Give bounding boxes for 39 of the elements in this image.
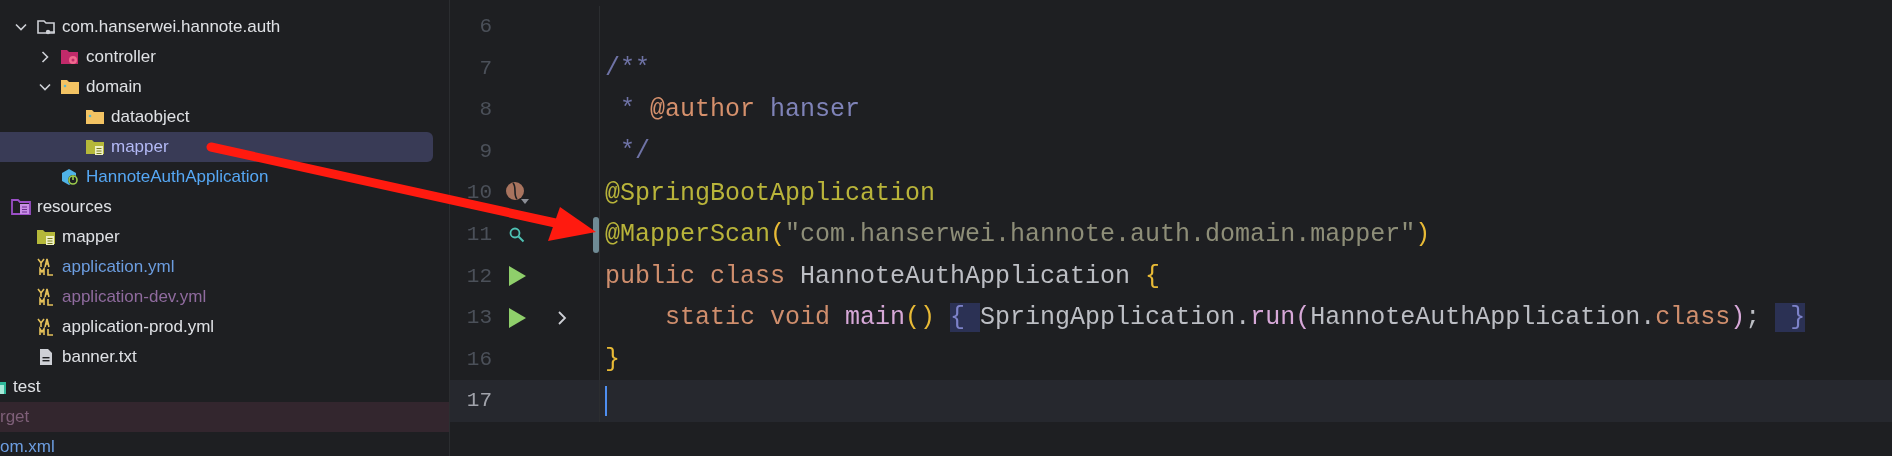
- line-number: 17: [465, 388, 492, 415]
- folder-icon: [60, 78, 80, 96]
- yaml-file-icon: [36, 288, 56, 306]
- text-cursor: [605, 386, 607, 417]
- resources-folder-icon: [11, 198, 31, 216]
- code-line: @SpringBootApplication: [605, 180, 936, 206]
- tree-item[interactable]: banner.txt: [0, 342, 449, 372]
- run-icon[interactable]: [507, 306, 527, 329]
- code-line: }: [605, 347, 620, 373]
- chevron-right-icon[interactable]: [555, 309, 569, 326]
- run-icon[interactable]: [507, 265, 527, 288]
- folder-list-icon: [36, 228, 56, 246]
- package-folder-icon: [36, 18, 56, 36]
- tree-item[interactable]: om.xml: [0, 432, 449, 456]
- tree-item[interactable]: application-prod.yml: [0, 312, 449, 342]
- folder-list-icon: [85, 138, 105, 156]
- code-line: /**: [605, 55, 650, 81]
- tree-item[interactable]: com.hanserwei.hannote.auth: [0, 12, 449, 42]
- tree-item[interactable]: test: [0, 372, 449, 402]
- yaml-file-icon: [36, 318, 56, 336]
- tree-item[interactable]: application.yml: [0, 252, 449, 282]
- yaml-file-icon: [36, 258, 56, 276]
- tree-item[interactable]: mapper: [0, 222, 449, 252]
- tree-item[interactable]: controller: [0, 42, 449, 72]
- tree-item[interactable]: HannoteAuthApplication: [0, 162, 449, 192]
- tree-item[interactable]: domain: [0, 72, 449, 102]
- tree-item[interactable]: application-dev.yml: [0, 282, 449, 312]
- tree-item[interactable]: resources: [0, 192, 449, 222]
- folder-icon: [85, 108, 105, 126]
- class-power-icon: [60, 168, 80, 186]
- code-line: */: [619, 139, 650, 165]
- tree-item[interactable]: mapper: [0, 132, 433, 162]
- tree-item[interactable]: dataobject: [0, 102, 449, 132]
- code-line: public class HannoteAuthApplication {: [605, 263, 1161, 289]
- code-line: @MapperScan("com.hanserwei.hannote.auth.domain.mapper"): [605, 222, 1431, 248]
- code-line: static void main() { SpringApplication.run(HannoteAuthApplication.class); }: [664, 305, 1806, 331]
- folder-gear-icon: [60, 48, 80, 66]
- code-line: * @author hanser: [619, 97, 861, 123]
- search-icon[interactable]: [508, 225, 526, 244]
